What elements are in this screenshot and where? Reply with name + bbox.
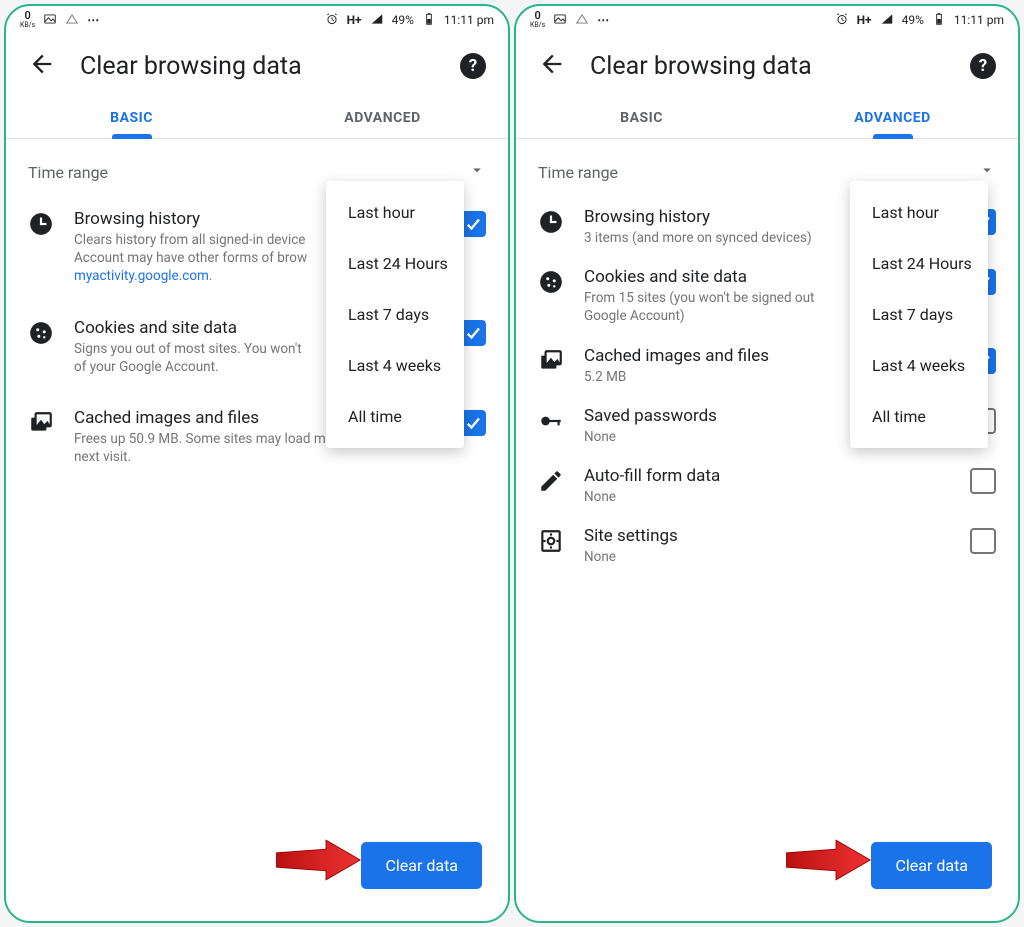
status-battery-pct: 49% — [902, 13, 924, 27]
row-title: Auto-fill form data — [584, 466, 954, 486]
page-title: Clear browsing data — [80, 52, 436, 81]
picture-icon — [553, 12, 567, 29]
row-title: Site settings — [584, 526, 954, 546]
menu-opt-last-7d[interactable]: Last 7 days — [326, 289, 464, 340]
row-site-settings[interactable]: Site settings None — [516, 516, 1018, 576]
arrow-annotation — [782, 833, 872, 891]
pencil-icon — [534, 466, 568, 494]
key-icon — [534, 406, 568, 434]
page-title: Clear browsing data — [590, 52, 946, 81]
alarm-icon — [835, 12, 849, 29]
status-network-label: H+ — [347, 13, 362, 27]
status-kbs-unit: KB/s — [530, 21, 545, 29]
picture-icon — [43, 12, 57, 29]
menu-opt-last-7d[interactable]: Last 7 days — [850, 289, 988, 340]
time-range-menu: Last hour Last 24 Hours Last 7 days Last… — [850, 181, 988, 448]
time-range-label: Time range — [28, 163, 468, 182]
signal-icon — [880, 12, 894, 29]
menu-opt-last-hour[interactable]: Last hour — [850, 187, 988, 238]
more-dots-icon: ⋯ — [87, 13, 101, 27]
time-range-menu: Last hour Last 24 Hours Last 7 days Last… — [326, 181, 464, 448]
menu-opt-last-4w[interactable]: Last 4 weeks — [326, 340, 464, 391]
tabs: BASIC ADVANCED — [516, 90, 1018, 139]
row-autofill[interactable]: Auto-fill form data None — [516, 456, 1018, 516]
arrow-annotation — [272, 833, 362, 891]
triangle-icon — [575, 12, 589, 29]
tab-basic[interactable]: BASIC — [6, 90, 257, 138]
tab-advanced[interactable]: ADVANCED — [767, 90, 1018, 138]
row-subtitle: None — [584, 488, 954, 506]
myactivity-link[interactable]: myactivity.google.com — [74, 268, 209, 284]
alarm-icon — [325, 12, 339, 29]
cookie-icon — [24, 318, 58, 346]
chevron-down-icon — [978, 161, 996, 183]
help-button[interactable]: ? — [970, 53, 996, 79]
triangle-icon — [65, 12, 79, 29]
phone-basic: 0 KB/s ⋯ H+ 49% 11:11 pm Clear browsing … — [4, 4, 510, 923]
tab-basic[interactable]: BASIC — [516, 90, 767, 138]
clock-icon — [24, 209, 58, 237]
signal-icon — [370, 12, 384, 29]
phone-advanced: 0 KB/s ⋯ H+ 49% 11:11 pm Clear browsing … — [514, 4, 1020, 923]
image-stack-icon — [534, 346, 568, 374]
battery-icon — [932, 12, 946, 29]
app-bar: Clear browsing data ? — [516, 34, 1018, 90]
menu-opt-last-4w[interactable]: Last 4 weeks — [850, 340, 988, 391]
status-clock: 11:11 pm — [954, 13, 1004, 27]
back-button[interactable] — [28, 50, 56, 82]
menu-opt-last-24h[interactable]: Last 24 Hours — [850, 238, 988, 289]
menu-opt-all-time[interactable]: All time — [326, 391, 464, 442]
time-range-label: Time range — [538, 163, 978, 182]
chevron-down-icon — [468, 161, 486, 183]
menu-opt-last-hour[interactable]: Last hour — [326, 187, 464, 238]
clock-icon — [534, 207, 568, 235]
help-button[interactable]: ? — [460, 53, 486, 79]
image-stack-icon — [24, 408, 58, 436]
menu-opt-all-time[interactable]: All time — [850, 391, 988, 442]
menu-opt-last-24h[interactable]: Last 24 Hours — [326, 238, 464, 289]
back-button[interactable] — [538, 50, 566, 82]
status-kbs-unit: KB/s — [20, 21, 35, 29]
clear-data-button[interactable]: Clear data — [871, 842, 992, 889]
app-bar: Clear browsing data ? — [6, 34, 508, 90]
clear-data-button[interactable]: Clear data — [361, 842, 482, 889]
checkbox-site-settings[interactable] — [970, 528, 996, 554]
status-battery-pct: 49% — [392, 13, 414, 27]
battery-icon — [422, 12, 436, 29]
cookie-icon — [534, 267, 568, 295]
row-subtitle: None — [584, 548, 954, 566]
status-bar: 0 KB/s ⋯ H+ 49% 11:11 pm — [516, 6, 1018, 34]
more-dots-icon: ⋯ — [597, 13, 611, 27]
settings-page-icon — [534, 526, 568, 554]
status-bar: 0 KB/s ⋯ H+ 49% 11:11 pm — [6, 6, 508, 34]
status-clock: 11:11 pm — [444, 13, 494, 27]
tab-advanced[interactable]: ADVANCED — [257, 90, 508, 138]
checkbox-autofill[interactable] — [970, 468, 996, 494]
status-network-label: H+ — [857, 13, 872, 27]
tabs: BASIC ADVANCED — [6, 90, 508, 139]
